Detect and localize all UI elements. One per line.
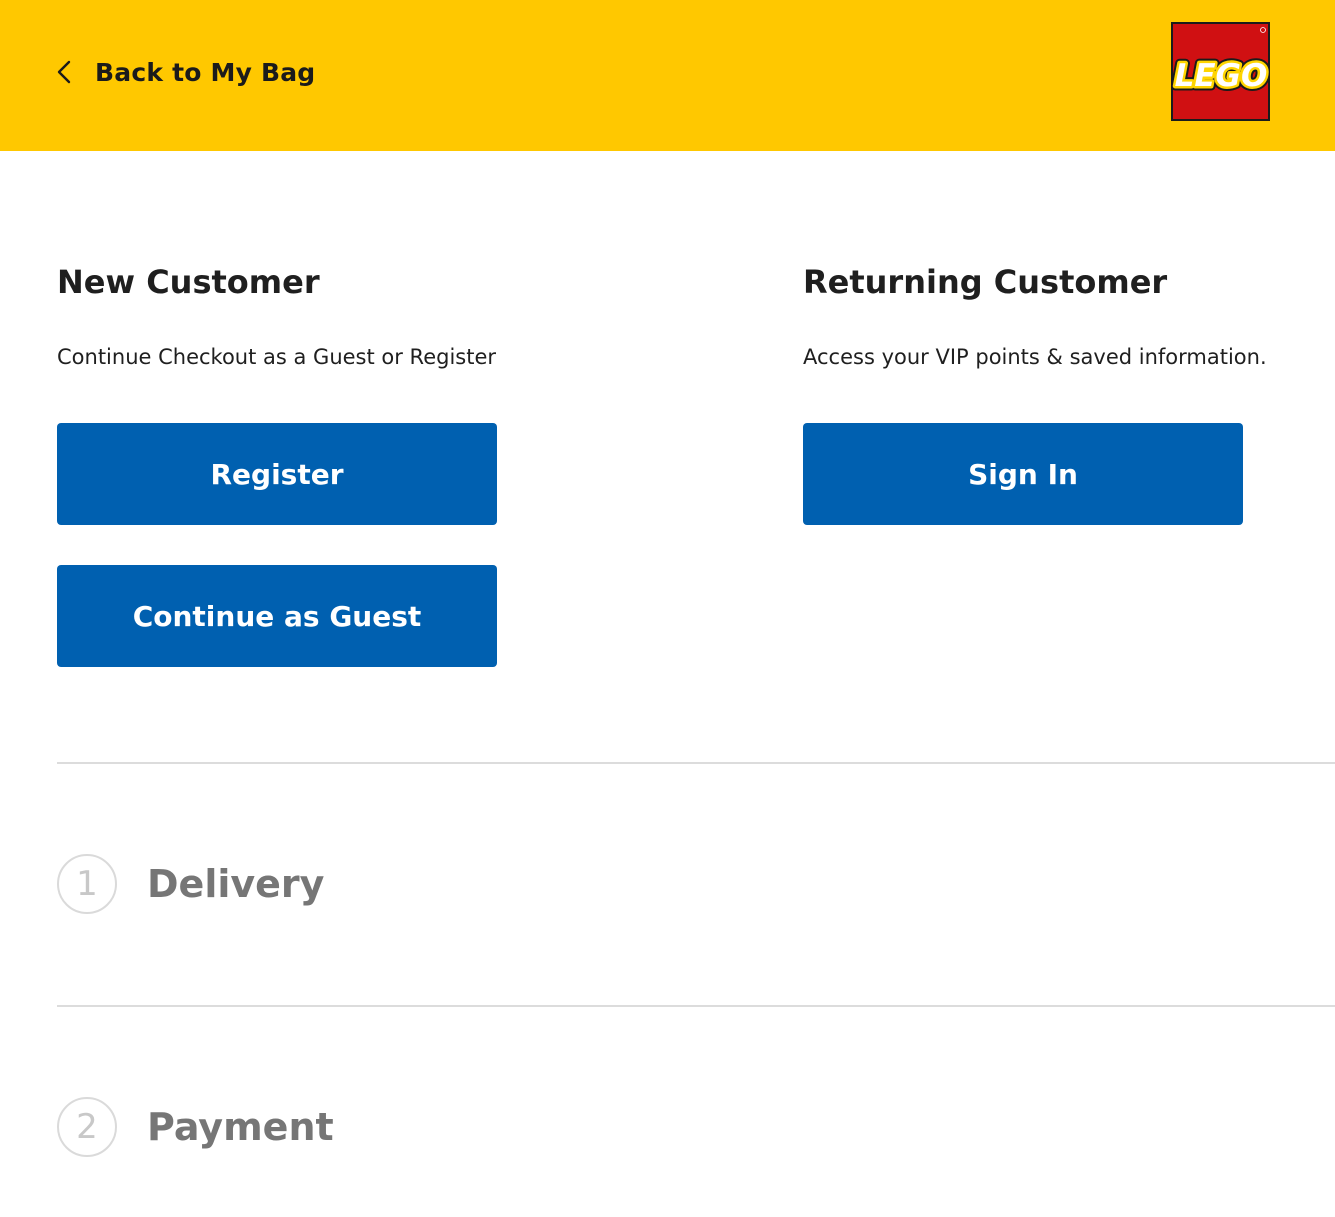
- returning-customer-section: Returning Customer Access your VIP point…: [803, 262, 1323, 371]
- step-payment: 2 Payment: [57, 1096, 334, 1158]
- divider: [57, 762, 1335, 764]
- step-title: Payment: [147, 1105, 334, 1149]
- sign-in-button[interactable]: Sign In: [803, 423, 1243, 525]
- step-number: 2: [57, 1097, 117, 1157]
- new-customer-section: New Customer Continue Checkout as a Gues…: [57, 262, 617, 371]
- continue-as-guest-label: Continue as Guest: [132, 599, 422, 633]
- returning-customer-description: Access your VIP points & saved informati…: [803, 345, 1267, 369]
- divider: [57, 1005, 1335, 1007]
- lego-logo[interactable]: LEGO LEGO: [1170, 22, 1272, 121]
- register-button[interactable]: Register: [57, 423, 497, 525]
- returning-customer-title: Returning Customer: [803, 263, 1168, 301]
- step-delivery: 1 Delivery: [57, 853, 324, 915]
- new-customer-title: New Customer: [57, 263, 320, 301]
- step-title: Delivery: [147, 862, 325, 906]
- step-number: 1: [57, 854, 117, 914]
- sign-in-label: Sign In: [968, 457, 1078, 491]
- continue-as-guest-button[interactable]: Continue as Guest: [57, 565, 497, 667]
- back-to-bag-label: Back to My Bag: [95, 57, 316, 87]
- checkout-header: Back to My Bag LEGO LEGO: [0, 0, 1335, 151]
- register-button-label: Register: [210, 457, 344, 491]
- new-customer-description: Continue Checkout as a Guest or Register: [57, 345, 497, 369]
- svg-text:LEGO: LEGO: [1175, 58, 1268, 94]
- back-to-bag-link[interactable]: Back to My Bag: [55, 54, 315, 90]
- chevron-left-icon: [55, 58, 73, 86]
